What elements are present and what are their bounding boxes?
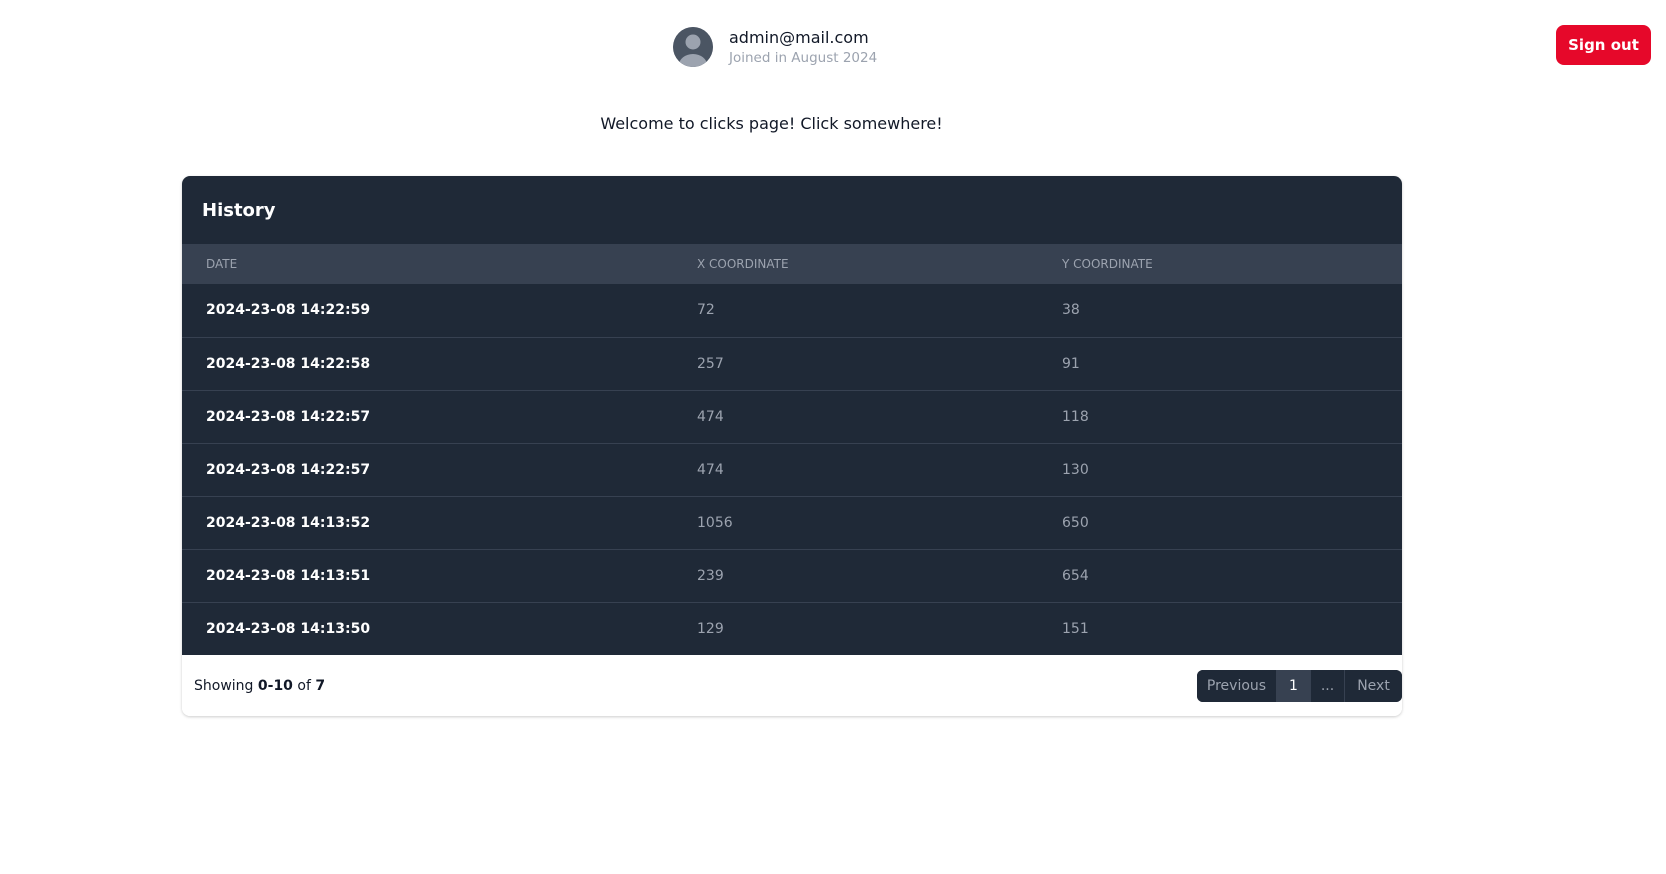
pagination: Previous 1 ... Next (1197, 669, 1402, 702)
cell-date: 2024-23-08 14:13:51 (206, 567, 371, 584)
cell-y: 130 (1062, 461, 1089, 478)
table-row: 2024-23-08 14:13:52 1056 650 (182, 496, 1402, 549)
cell-y: 650 (1062, 514, 1089, 531)
cell-date: 2024-23-08 14:22:59 (206, 302, 371, 319)
cell-x: 474 (697, 461, 724, 478)
column-header-y-coordinate: Y coordinate (1062, 257, 1153, 271)
cell-x: 239 (697, 567, 724, 584)
table-footer: Showing 0-10 of 7 Previous 1 ... Next (182, 655, 1402, 716)
cell-y: 91 (1062, 355, 1080, 372)
cell-y: 38 (1062, 302, 1080, 319)
table-row: 2024-23-08 14:13:50 129 151 (182, 602, 1402, 655)
history-header: History (182, 176, 1402, 244)
cell-x: 257 (697, 355, 724, 372)
column-header-x-coordinate: X coordinate (697, 257, 789, 271)
showing-prefix: Showing (194, 677, 254, 694)
table-row: 2024-23-08 14:13:51 239 654 (182, 549, 1402, 602)
cell-y: 151 (1062, 620, 1089, 637)
cell-y: 118 (1062, 408, 1089, 425)
showing-range: 0-10 (257, 677, 293, 694)
cell-y: 654 (1062, 567, 1089, 584)
showing-of: of (297, 677, 311, 694)
table-row: 2024-23-08 14:22:57 474 118 (182, 390, 1402, 443)
showing-total: 7 (315, 677, 326, 694)
user-email: admin@mail.com (729, 27, 869, 47)
table-row: 2024-23-08 14:22:59 72 38 (182, 284, 1402, 337)
showing-summary: Showing 0-10 of 7 (194, 678, 325, 694)
welcome-message: Welcome to clicks page! Click somewhere! (600, 114, 943, 133)
table-row: 2024-23-08 14:22:58 257 91 (182, 337, 1402, 390)
cell-date: 2024-23-08 14:22:58 (206, 355, 371, 372)
cell-x: 129 (697, 620, 724, 637)
cell-date: 2024-23-08 14:13:52 (206, 514, 371, 531)
history-title: History (202, 199, 276, 221)
cell-date: 2024-23-08 14:22:57 (206, 461, 371, 478)
next-page-button[interactable]: Next (1345, 669, 1402, 702)
column-header-date: Date (206, 257, 238, 271)
user-info: admin@mail.com Joined in August 2024 (729, 28, 877, 66)
cell-x: 474 (697, 408, 724, 425)
cell-x: 1056 (697, 514, 733, 531)
user-joined-date: Joined in August 2024 (729, 50, 878, 66)
cell-x: 72 (697, 302, 715, 319)
history-table: Date X coordinate Y coordinate 2024-23-0… (182, 244, 1402, 655)
user-avatar-icon (673, 27, 713, 67)
table-row: 2024-23-08 14:22:57 474 130 (182, 443, 1402, 496)
page-1-button[interactable]: 1 (1277, 669, 1311, 702)
user-profile: admin@mail.com Joined in August 2024 (673, 27, 877, 67)
previous-page-button[interactable]: Previous (1197, 669, 1277, 702)
history-card: History Date X coordinate Y coordinate 2… (182, 176, 1402, 716)
cell-date: 2024-23-08 14:22:57 (206, 408, 371, 425)
sign-out-button[interactable]: Sign out (1556, 25, 1651, 65)
cell-date: 2024-23-08 14:13:50 (206, 620, 371, 637)
page-ellipsis-button[interactable]: ... (1311, 669, 1345, 702)
table-header-row: Date X coordinate Y coordinate (182, 244, 1402, 284)
